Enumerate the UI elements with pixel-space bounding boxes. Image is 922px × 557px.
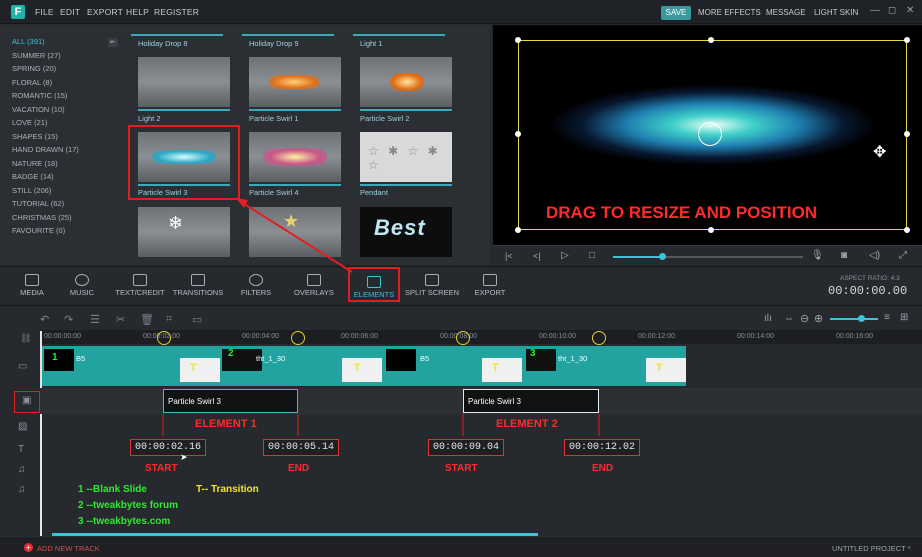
start-label: START: [145, 463, 178, 474]
music-track-icon: ♫: [18, 464, 26, 475]
legend-tweakbytes-forum: 2 --tweakbytes forum: [78, 500, 179, 511]
end-label: END: [288, 463, 310, 474]
transition-marker: T: [190, 362, 197, 374]
legend-transition: T-- Transition: [196, 484, 259, 495]
marker-circle: [157, 331, 171, 345]
marker-circle: [456, 331, 470, 345]
music-track-icon: ♫: [18, 484, 26, 495]
app-window: F FILE EDIT EXPORT HELP REGISTER SAVE MO…: [0, 0, 922, 557]
ruler-tick-label: 00:00:06:00: [341, 333, 378, 340]
clip-thumbnail: [386, 349, 416, 371]
start-label: START: [445, 463, 478, 474]
timeline-scrollbar[interactable]: [52, 533, 538, 536]
redo-icon[interactable]: ↷: [64, 313, 73, 326]
zoom-slider[interactable]: [830, 318, 878, 320]
clip-name: tht_1_30: [256, 354, 286, 363]
clip-name: B5: [420, 354, 430, 363]
list-view-icon[interactable]: ≡: [884, 312, 890, 323]
zoom-out-icon[interactable]: ⊖: [800, 312, 809, 325]
clip-number: 2: [228, 348, 234, 359]
element-clip-label: Particle Swirl 3: [468, 397, 521, 406]
record-screen-icon[interactable]: ▭: [192, 313, 202, 326]
zoom-slider-handle[interactable]: [858, 315, 865, 322]
ruler-tick-label: 00:00:14:00: [737, 333, 774, 340]
marker-circle: [592, 331, 606, 345]
zoom-in-icon[interactable]: ⊕: [814, 312, 823, 325]
clip-name: tht_1_30: [558, 354, 588, 363]
element-1-annotation: ELEMENT 1: [195, 418, 257, 430]
legend-blank-slide: 1 --Blank Slide: [78, 484, 147, 495]
transition-marker: T: [492, 362, 499, 374]
link-icon[interactable]: ⛓: [20, 333, 31, 344]
clip-number: 1: [52, 352, 58, 363]
ruler-tick-label: 00:00:12:00: [638, 333, 675, 340]
transition-marker: T: [656, 362, 663, 374]
timeline-toolbar: ↶ ↷ ☰ ✂ 🗑 ⌗ ▭ ılı ⇔ ⊖ ⊕ ≡ ⊞: [0, 307, 922, 331]
delete-icon[interactable]: 🗑: [140, 313, 154, 326]
element-1-start-timecode: 00:00:02.16: [130, 439, 207, 456]
clip-thumbnail: [44, 349, 74, 371]
text-track-icon: T: [18, 444, 25, 455]
crop-icon[interactable]: ⌗: [166, 313, 172, 326]
marker-circle: [291, 331, 305, 345]
transition-marker: T: [354, 362, 361, 374]
clip-number: 3: [530, 348, 536, 359]
add-new-track-button[interactable]: ADD NEW TRACK: [37, 544, 100, 553]
legend-tweakbytes-com: 3 --tweakbytes.com: [78, 516, 171, 527]
transition-block[interactable]: [482, 358, 522, 382]
element-clip-1[interactable]: Particle Swirl 3: [163, 389, 298, 413]
element-clip-2[interactable]: Particle Swirl 3: [463, 389, 599, 413]
clip-name: B5: [76, 354, 86, 363]
ruler-tick-label: 00:00:16:00: [836, 333, 873, 340]
project-name: UNTITLED PROJECT *: [832, 544, 911, 553]
element-clip-label: Particle Swirl 3: [168, 397, 221, 406]
element-1-end-timecode: 00:00:05.14: [263, 439, 340, 456]
element-2-start-timecode: 00:00:09.04: [428, 439, 505, 456]
element-2-annotation: ELEMENT 2: [496, 418, 558, 430]
adjust-icon[interactable]: ☰: [90, 313, 100, 326]
elements-track-icon: ▣: [22, 395, 32, 406]
transition-block[interactable]: [646, 358, 686, 382]
status-bar: + ADD NEW TRACK UNTITLED PROJECT *: [0, 538, 922, 557]
ruler-tick-label: 00:00:00:00: [44, 333, 81, 340]
audio-mixer-icon[interactable]: ılı: [764, 313, 772, 324]
element-2-end-timecode: 00:00:12.02: [564, 439, 641, 456]
ruler-tick-label: 00:00:04:00: [242, 333, 279, 340]
cut-icon[interactable]: ✂: [116, 313, 125, 326]
video-track[interactable]: 1 B5 T 2 tht_1_30 T B5 T 3 tht_1_30 T: [42, 346, 686, 386]
grid-view-icon[interactable]: ⊞: [900, 312, 908, 323]
fit-timeline-icon[interactable]: ⇔: [784, 313, 794, 324]
transition-block[interactable]: [342, 358, 382, 382]
transition-block[interactable]: [180, 358, 220, 382]
mouse-cursor-icon: ➤: [180, 452, 188, 462]
ruler-tick-label: 00:00:10:00: [539, 333, 576, 340]
video-track-icon: ▭: [18, 361, 28, 372]
end-label: END: [592, 463, 614, 474]
add-track-icon[interactable]: +: [24, 543, 33, 552]
overlay-track-icon: ▨: [18, 421, 28, 432]
undo-icon[interactable]: ↶: [40, 313, 49, 326]
